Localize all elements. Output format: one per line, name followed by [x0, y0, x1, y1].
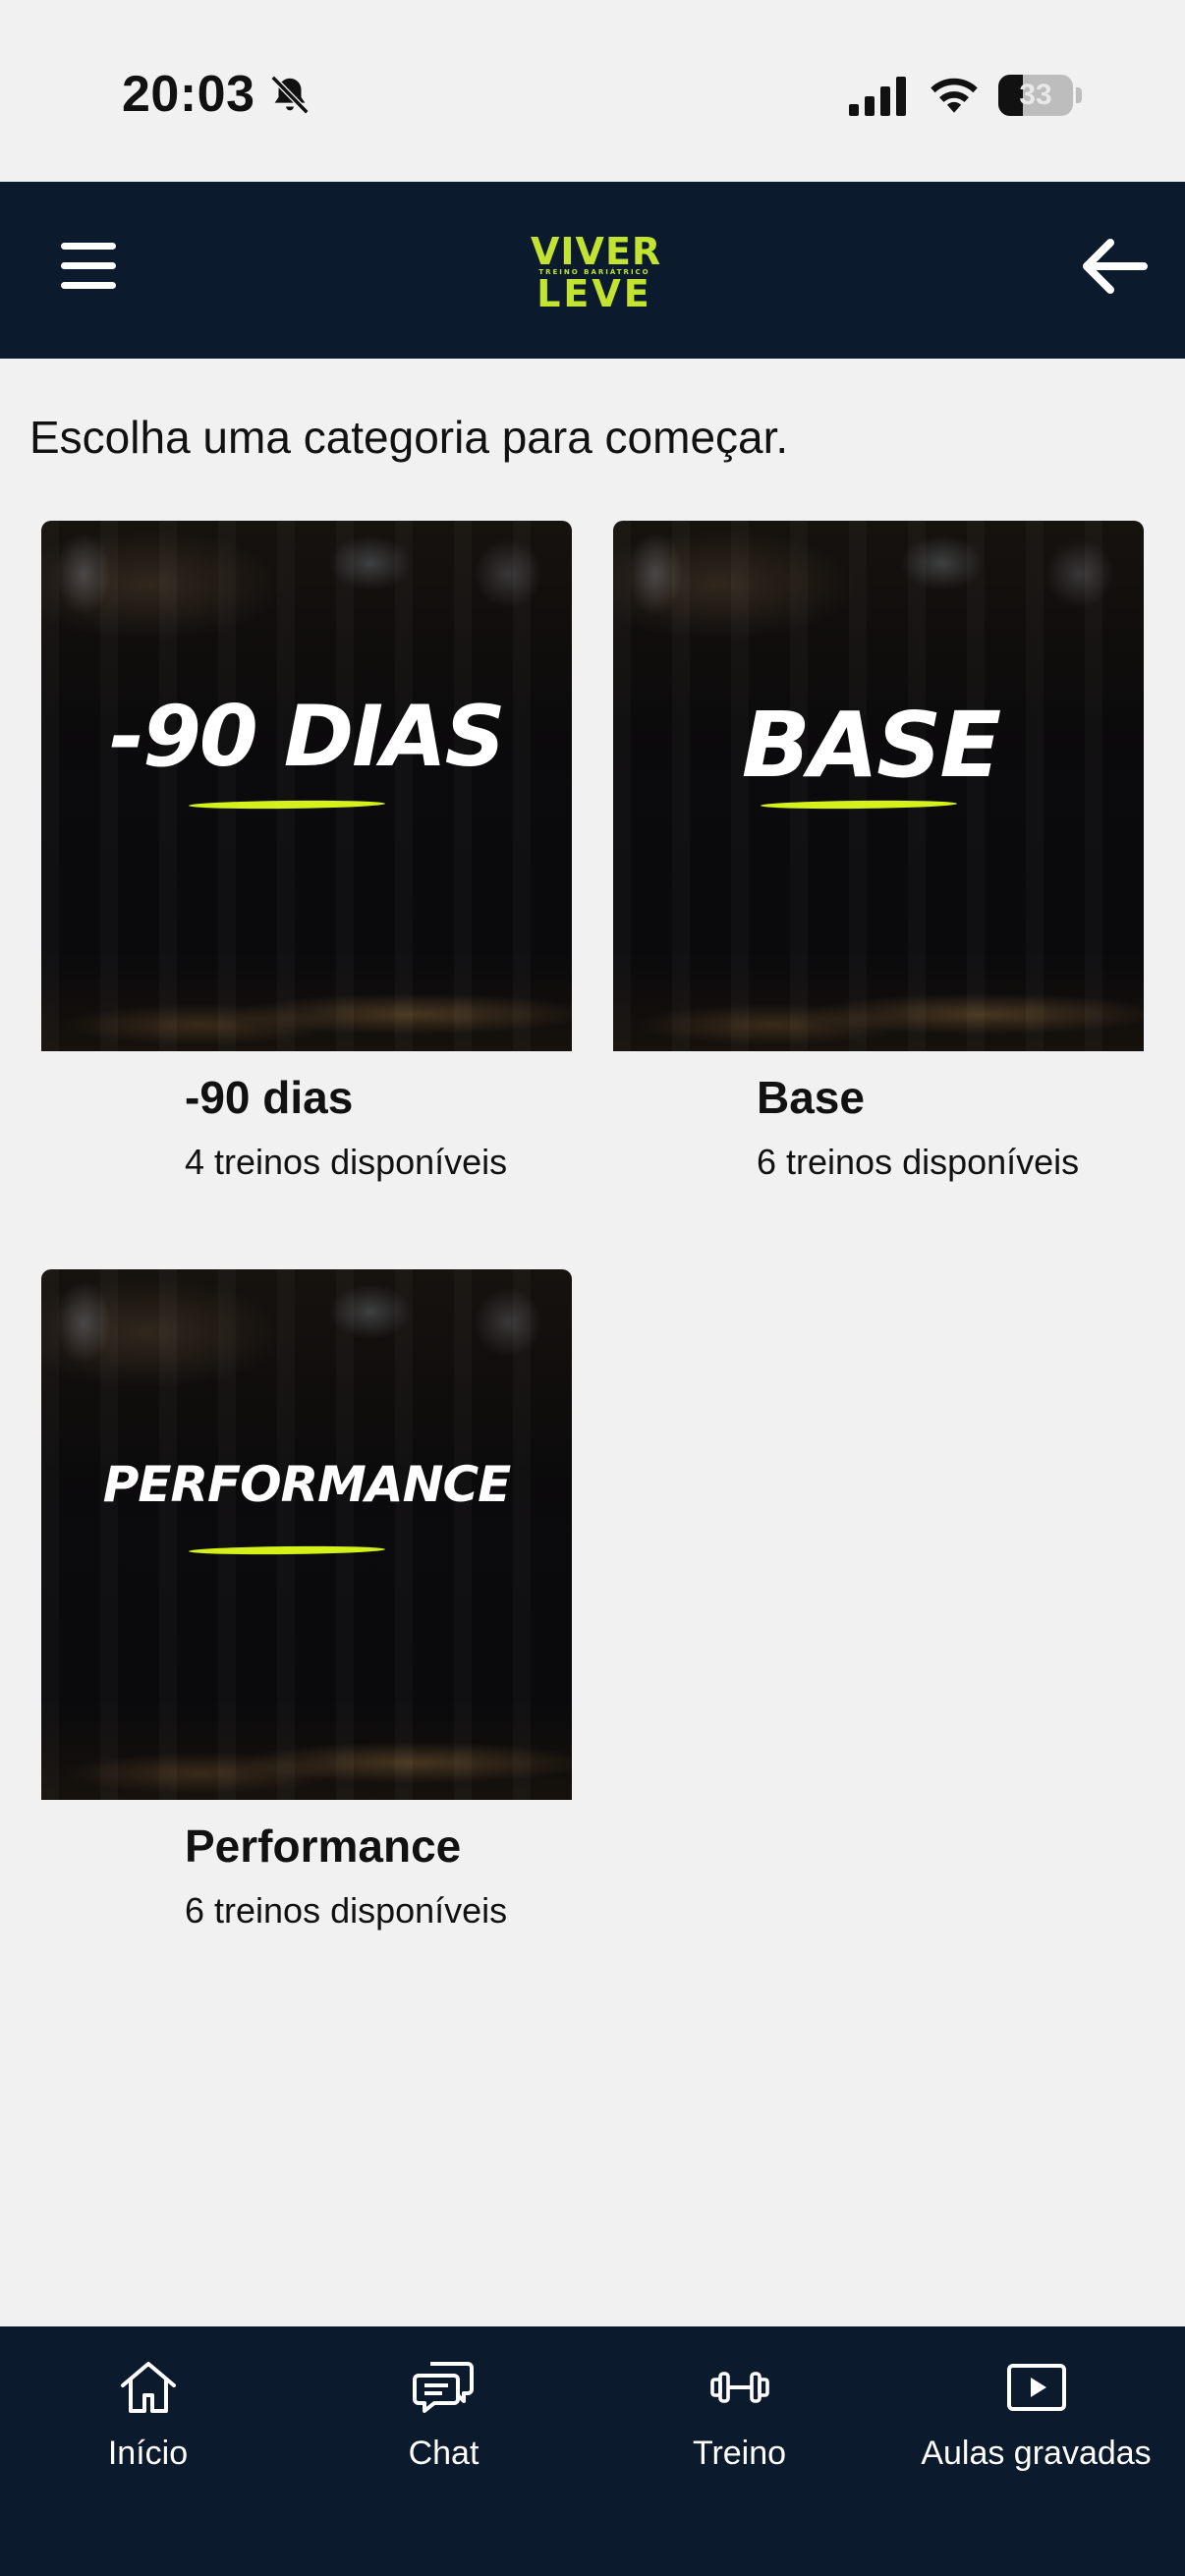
category-card-performance[interactable]: PERFORMANCE Performance 6 treinos dispon… [41, 1269, 572, 1957]
back-arrow-icon[interactable] [1081, 237, 1148, 296]
category-image: PERFORMANCE [41, 1269, 572, 1800]
category-card-base[interactable]: BASE Base 6 treinos disponíveis [613, 521, 1144, 1208]
status-bar: 20:03 33 [0, 0, 1185, 182]
play-icon [1006, 2364, 1066, 2411]
accent-underline [760, 799, 958, 811]
accent-underline [188, 1544, 386, 1556]
nav-label: Aulas gravadas [921, 2435, 1152, 2472]
dumbbell-icon [709, 2372, 769, 2403]
status-time: 20:03 [122, 66, 255, 123]
accent-underline [188, 799, 386, 811]
category-image: -90 DIAS [41, 521, 572, 1051]
nav-item-treino[interactable]: Treino [592, 2326, 887, 2484]
chat-icon [412, 2362, 474, 2413]
category-title: -90 dias [185, 1072, 354, 1123]
category-art-title: PERFORMANCE [102, 1456, 512, 1513]
nav-label: Treino [692, 2435, 787, 2472]
bottom-nav: Início Chat Treino Aulas gravadas [0, 2326, 1185, 2576]
category-title: Base [757, 1072, 865, 1123]
logo-line2: LEVE [536, 272, 652, 315]
nav-label: Início [107, 2435, 189, 2472]
category-art-title: -90 DIAS [109, 688, 505, 786]
battery-indicator: 33 [998, 75, 1082, 116]
logo-line1: VIVER [531, 230, 662, 273]
category-subtitle: 6 treinos disponíveis [757, 1142, 1080, 1182]
bell-off-icon [270, 75, 310, 115]
wifi-icon [931, 78, 978, 113]
category-subtitle: 4 treinos disponíveis [185, 1142, 508, 1182]
nav-item-inicio[interactable]: Início [0, 2326, 296, 2484]
home-icon [120, 2362, 176, 2413]
app-header: VIVER TREINO BARIÁTRICO LEVE [0, 182, 1185, 359]
nav-item-chat[interactable]: Chat [296, 2326, 592, 2484]
intro-text: Escolha uma categoria para começar. [29, 412, 789, 463]
category-art-title: BASE [741, 693, 1001, 798]
category-card-90-dias[interactable]: -90 DIAS -90 dias 4 treinos disponíveis [41, 521, 572, 1208]
category-image: BASE [613, 521, 1144, 1051]
signal-icon [849, 77, 906, 116]
menu-icon[interactable] [61, 243, 116, 290]
nav-label: Chat [408, 2435, 480, 2472]
app-logo: VIVER TREINO BARIÁTRICO LEVE [531, 230, 662, 315]
battery-percent: 33 [1019, 79, 1052, 111]
category-title: Performance [185, 1820, 462, 1872]
category-subtitle: 6 treinos disponíveis [185, 1890, 508, 1931]
nav-item-aulas-gravadas[interactable]: Aulas gravadas [887, 2326, 1185, 2484]
